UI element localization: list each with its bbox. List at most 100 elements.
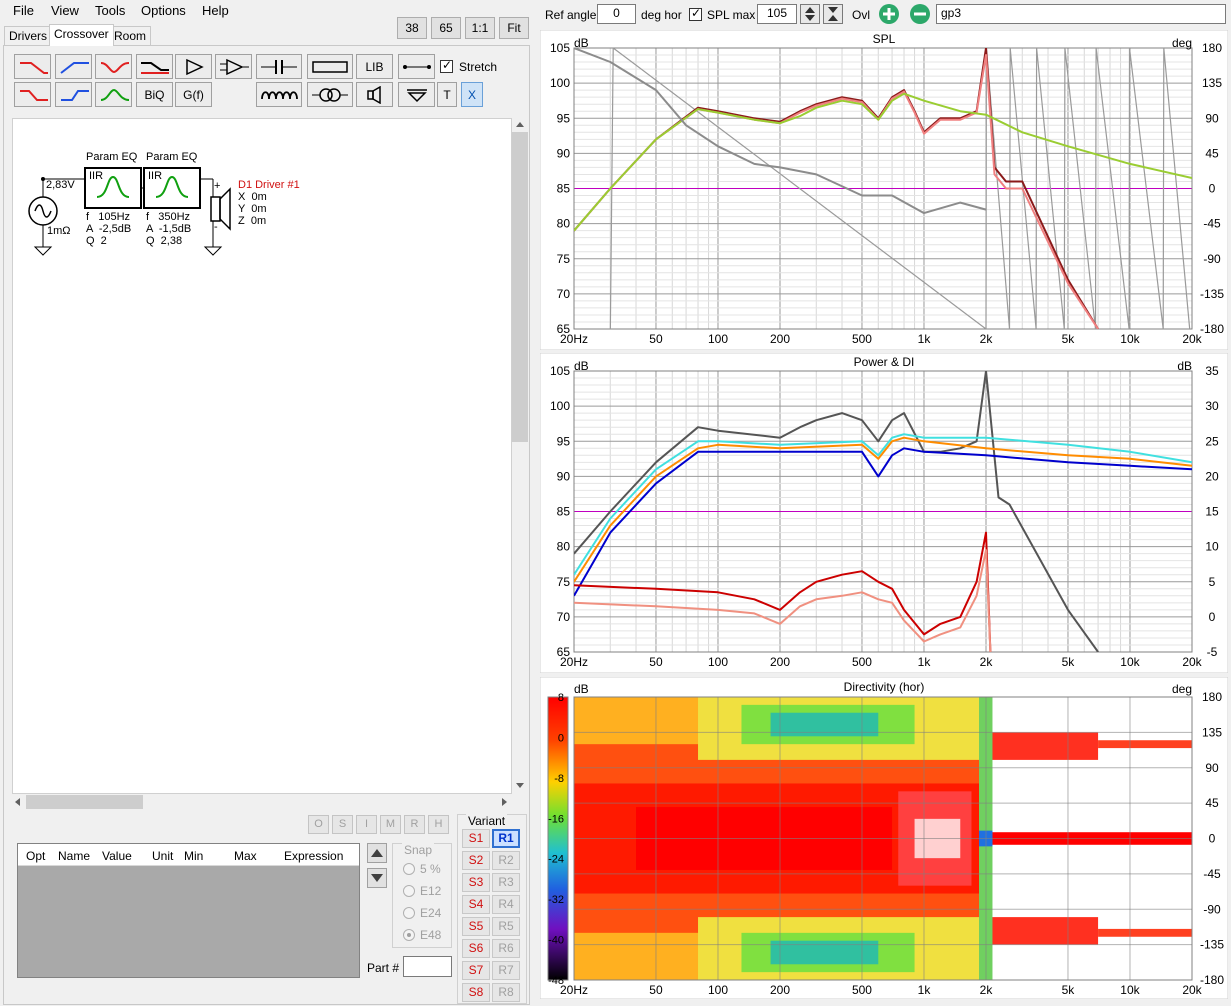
shelf-tool[interactable] bbox=[136, 54, 173, 79]
col-min[interactable]: Min bbox=[184, 849, 203, 863]
opt-s-button[interactable]: S bbox=[332, 815, 353, 834]
tab-drivers[interactable]: Drivers bbox=[4, 26, 52, 45]
snap-e24[interactable]: E24 bbox=[403, 906, 441, 920]
move-up-button[interactable] bbox=[367, 843, 387, 863]
highpass-2-tool[interactable] bbox=[55, 82, 92, 107]
lowpass-2-tool[interactable] bbox=[14, 82, 51, 107]
snap-5pct[interactable]: 5 % bbox=[403, 862, 441, 876]
spl-max-input[interactable]: 105 bbox=[757, 4, 797, 24]
col-value[interactable]: Value bbox=[102, 849, 132, 863]
variant-s1-button[interactable]: S1 bbox=[462, 829, 490, 848]
variant-r3-button[interactable]: R3 bbox=[492, 873, 520, 892]
variant-s5-button[interactable]: S5 bbox=[462, 917, 490, 936]
opt-o-button[interactable]: O bbox=[308, 815, 329, 834]
col-expression[interactable]: Expression bbox=[284, 849, 343, 863]
text-tool-button[interactable]: T bbox=[437, 82, 457, 107]
variant-r1-button[interactable]: R1 bbox=[492, 829, 520, 848]
menu-help[interactable]: Help bbox=[202, 3, 229, 18]
notch-tool[interactable] bbox=[95, 54, 132, 79]
variant-s4-button[interactable]: S4 bbox=[462, 895, 490, 914]
tab-room[interactable]: Room bbox=[109, 26, 152, 45]
source-impedance[interactable]: 1mΩ bbox=[47, 225, 71, 237]
directivity-graph[interactable]: Directivity (hor) dB deg 8 0 -8 -16 -24 -32 -40 -4… bbox=[540, 677, 1228, 999]
x-tick-label: 20k bbox=[1182, 332, 1202, 346]
spl-max-spinner[interactable] bbox=[800, 4, 820, 24]
menu-tools[interactable]: Tools bbox=[95, 3, 125, 18]
variant-r2-button[interactable]: R2 bbox=[492, 851, 520, 870]
peaking-eq-tool[interactable] bbox=[95, 82, 132, 107]
col-name[interactable]: Name bbox=[58, 849, 90, 863]
right-axis-unit: deg bbox=[1172, 682, 1192, 696]
add-overlay-button[interactable] bbox=[877, 3, 901, 25]
snap-e12[interactable]: E12 bbox=[403, 884, 441, 898]
parameter-table[interactable]: Opt Name Value Unit Min Max Expression bbox=[17, 843, 360, 978]
eq-2-q[interactable]: Q 2,38 bbox=[146, 235, 182, 247]
spl-max-auto-button[interactable] bbox=[823, 4, 843, 24]
eq-1-freq[interactable]: f 105Hz bbox=[86, 211, 130, 223]
col-max[interactable]: Max bbox=[234, 849, 257, 863]
delete-tool-button[interactable]: X bbox=[461, 82, 483, 107]
menu-view[interactable]: View bbox=[51, 3, 79, 18]
opt-r-button[interactable]: R bbox=[404, 815, 425, 834]
source-voltage[interactable]: 2,83V bbox=[46, 179, 75, 191]
lowpass-1-tool[interactable] bbox=[14, 54, 51, 79]
col-opt[interactable]: Opt bbox=[26, 849, 45, 863]
overlay-name-input[interactable]: gp3 bbox=[936, 4, 1226, 24]
schematic-vertical-scrollbar[interactable] bbox=[512, 118, 528, 794]
part-number-input[interactable] bbox=[403, 956, 452, 977]
eq-1-q[interactable]: Q 2 bbox=[86, 235, 107, 247]
wire-tool[interactable] bbox=[398, 54, 435, 79]
graph-toolbar: Ref angle 0 deg hor SPL max 105 Ovl gp3 bbox=[540, 2, 1230, 28]
resistor-tool[interactable] bbox=[307, 54, 353, 79]
zoom-65-button[interactable]: 65 bbox=[431, 17, 461, 39]
zoom-38-button[interactable]: 38 bbox=[397, 17, 427, 39]
capacitor-tool[interactable] bbox=[256, 54, 302, 79]
variant-r6-button[interactable]: R6 bbox=[492, 939, 520, 958]
opamp-tool[interactable] bbox=[215, 54, 252, 79]
col-unit[interactable]: Unit bbox=[152, 849, 173, 863]
eq-2-gain[interactable]: A -1,5dB bbox=[146, 223, 191, 235]
opt-m-button[interactable]: M bbox=[380, 815, 401, 834]
transfer-function-button[interactable]: G(f) bbox=[175, 82, 212, 107]
menu-options[interactable]: Options bbox=[141, 3, 186, 18]
stretch-checkbox[interactable] bbox=[440, 58, 453, 73]
inductor-tool[interactable] bbox=[256, 82, 302, 107]
library-button[interactable]: LIB bbox=[356, 54, 393, 79]
snap-e48[interactable]: E48 bbox=[403, 928, 441, 942]
variant-s6-button[interactable]: S6 bbox=[462, 939, 490, 958]
ground-tool[interactable] bbox=[398, 82, 435, 107]
variant-r4-button[interactable]: R4 bbox=[492, 895, 520, 914]
remove-overlay-button[interactable] bbox=[908, 3, 932, 25]
buffer-tool[interactable] bbox=[175, 54, 212, 79]
schematic-canvas[interactable]: 2,83V 1mΩ Param EQ IIR f 105Hz A -2,5dB … bbox=[12, 118, 512, 794]
variant-r8-button[interactable]: R8 bbox=[492, 983, 520, 1002]
ref-angle-input[interactable]: 0 bbox=[597, 4, 636, 24]
tab-crossover[interactable]: Crossover bbox=[49, 24, 114, 46]
zoom-1to1-button[interactable]: 1:1 bbox=[465, 17, 495, 39]
variant-r7-button[interactable]: R7 bbox=[492, 961, 520, 980]
transformer-tool[interactable] bbox=[307, 82, 353, 107]
biquad-button[interactable]: BiQ bbox=[136, 82, 173, 107]
zoom-fit-button[interactable]: Fit bbox=[499, 17, 529, 39]
opt-h-button[interactable]: H bbox=[428, 815, 449, 834]
menu-file[interactable]: File bbox=[13, 3, 34, 18]
power-di-graph[interactable]: Power & DI dB dB 105 100 95 90 85 80 75 70 65 35 30 25… bbox=[540, 353, 1228, 673]
y2-tick-label: 5 bbox=[1209, 575, 1216, 589]
variant-s2-button[interactable]: S2 bbox=[462, 851, 490, 870]
spl-graph[interactable]: SPL dB deg 105 100 95 90 85 80 75 70 65 180 135 90 45 0-… bbox=[540, 30, 1228, 350]
eq-1-gain[interactable]: A -2,5dB bbox=[86, 223, 131, 235]
spl-max-checkbox[interactable] bbox=[689, 6, 702, 21]
driver-tool[interactable] bbox=[356, 82, 393, 107]
variant-r5-button[interactable]: R5 bbox=[492, 917, 520, 936]
eq-2-freq[interactable]: f 350Hz bbox=[146, 211, 190, 223]
x-tick-label: 500 bbox=[852, 983, 872, 997]
variant-s8-button[interactable]: S8 bbox=[462, 983, 490, 1002]
variant-s7-button[interactable]: S7 bbox=[462, 961, 490, 980]
move-down-button[interactable] bbox=[367, 868, 387, 888]
graph-background bbox=[540, 353, 1228, 673]
opt-i-button[interactable]: I bbox=[356, 815, 377, 834]
variant-s3-button[interactable]: S3 bbox=[462, 873, 490, 892]
schematic-horizontal-scrollbar[interactable] bbox=[12, 794, 512, 810]
highpass-1-tool[interactable] bbox=[55, 54, 92, 79]
driver-name[interactable]: D1 Driver #1 bbox=[238, 179, 300, 191]
